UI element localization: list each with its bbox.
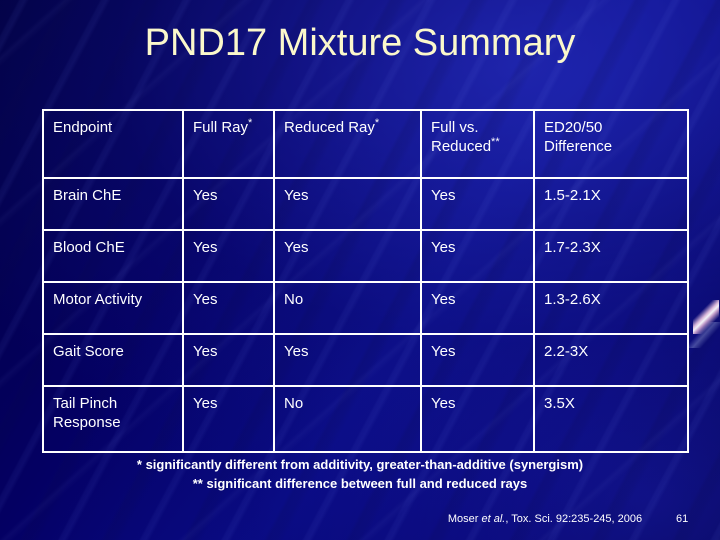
cell-full-vs-reduced: Yes [420,281,535,335]
column-header-ed-difference-line2: Difference [544,138,613,155]
page-title: PND17 Mixture Summary [144,22,576,64]
cell-endpoint: Brain ChE [42,177,184,231]
cell-full-ray: Yes [182,281,275,335]
table-row: Gait Score Yes Yes Yes 2.2-3X [42,333,689,387]
cell-full-ray: Yes [182,385,275,453]
column-header-full-vs-reduced: Full vs. Reduced** [420,109,535,179]
citation-source: , Tox. Sci. 92:235-245, 2006 [505,513,643,525]
table-row: Tail Pinch Response Yes No Yes 3.5X [42,385,689,453]
table-header-row: Endpoint Full Ray* Reduced Ray* Full vs.… [42,109,689,179]
cell-ed-difference: 2.2-3X [533,333,689,387]
cell-full-ray: Yes [182,229,275,283]
column-header-endpoint: Endpoint [42,109,184,179]
column-header-full-ray: Full Ray* [182,109,275,179]
citation-reference: Moser et al., Tox. Sci. 92:235-245, 2006 [430,512,660,526]
citation-author: Moser [447,513,479,525]
cell-full-ray: Yes [182,333,275,387]
column-header-full-ray-label: Full Ray [193,119,249,136]
mixture-summary-table: Endpoint Full Ray* Reduced Ray* Full vs.… [42,109,689,453]
cell-endpoint: Motor Activity [42,281,184,335]
slide-number: 61 [676,513,689,525]
cell-reduced-ray: Yes [273,333,422,387]
footnote-marker-single-asterisk: * [374,117,380,129]
footnote-marker-double-asterisk: ** [491,136,500,148]
cell-ed-difference: 3.5X [533,385,689,453]
column-header-full-vs-reduced-line2: Reduced [431,138,492,155]
column-header-endpoint-label: Endpoint [53,119,113,136]
summary-table-container: Endpoint Full Ray* Reduced Ray* Full vs.… [42,109,689,453]
citation-et-al: et al. [481,513,506,525]
cell-full-vs-reduced: Yes [420,333,535,387]
column-header-reduced-ray-label: Reduced Ray [284,119,375,136]
cell-reduced-ray: Yes [273,177,422,231]
cell-ed-difference: 1.3-2.6X [533,281,689,335]
cell-reduced-ray: No [273,281,422,335]
slide-canvas: PND17 Mixture Summary Endpoint Full Ray*… [0,0,720,540]
column-header-reduced-ray: Reduced Ray* [273,109,422,179]
background-highlight-streak-icon [693,300,719,334]
cell-endpoint: Tail Pinch Response [42,385,184,453]
column-header-ed-difference: ED20/50 Difference [533,109,689,179]
cell-ed-difference: 1.5-2.1X [533,177,689,231]
cell-ed-difference: 1.7-2.3X [533,229,689,283]
footnote-double-asterisk: ** significant difference between full a… [192,476,528,491]
cell-full-vs-reduced: Yes [420,177,535,231]
table-row: Brain ChE Yes Yes Yes 1.5-2.1X [42,177,689,231]
cell-endpoint: Blood ChE [42,229,184,283]
cell-endpoint-line2: Response [53,414,121,431]
cell-endpoint-line1: Tail Pinch [53,395,118,412]
cell-full-vs-reduced: Yes [420,229,535,283]
footnotes-block: * significantly different from additivit… [0,455,720,493]
cell-full-vs-reduced: Yes [420,385,535,453]
column-header-full-vs-reduced-line1: Full vs. [431,119,479,136]
table-row: Blood ChE Yes Yes Yes 1.7-2.3X [42,229,689,283]
footnote-single-asterisk: * significantly different from additivit… [136,457,584,472]
cell-reduced-ray: Yes [273,229,422,283]
cell-endpoint: Gait Score [42,333,184,387]
table-row: Motor Activity Yes No Yes 1.3-2.6X [42,281,689,335]
footnote-marker-single-asterisk: * [248,117,253,129]
background-highlight-streak-secondary-icon [688,322,720,348]
cell-full-ray: Yes [182,177,275,231]
column-header-ed-difference-line1: ED20/50 [544,119,603,136]
cell-reduced-ray: No [273,385,422,453]
